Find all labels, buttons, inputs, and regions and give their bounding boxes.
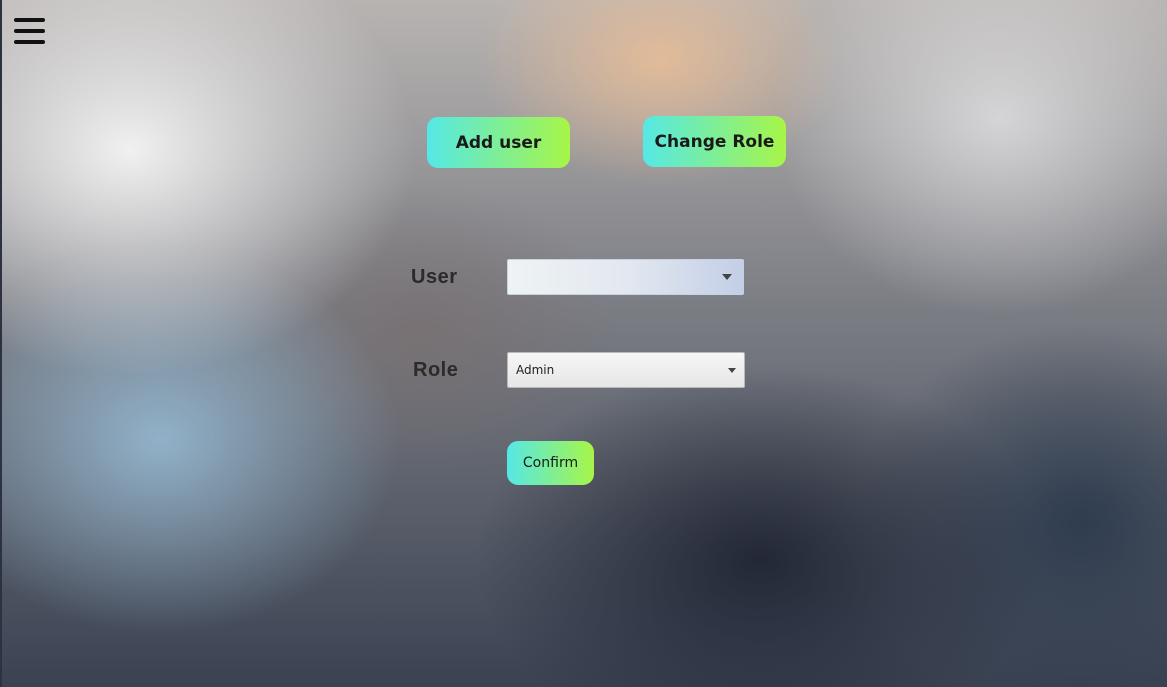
menu-bar	[14, 40, 45, 44]
role-select[interactable]: Admin	[507, 352, 745, 388]
chevron-down-icon	[728, 368, 736, 373]
menu-bar	[14, 18, 45, 22]
role-select-value: Admin	[516, 363, 555, 377]
add-user-button[interactable]: Add user	[427, 117, 570, 168]
user-label: User	[411, 266, 458, 288]
role-label: Role	[413, 359, 459, 381]
smoke-background	[0, 0, 1167, 687]
user-select[interactable]	[507, 259, 744, 295]
change-role-button[interactable]: Change Role	[643, 116, 786, 167]
menu-bar	[14, 29, 45, 33]
window-left-border	[0, 0, 2, 687]
confirm-button[interactable]: Confirm	[507, 441, 594, 485]
chevron-down-icon	[722, 274, 732, 280]
hamburger-menu-icon[interactable]	[14, 18, 48, 44]
